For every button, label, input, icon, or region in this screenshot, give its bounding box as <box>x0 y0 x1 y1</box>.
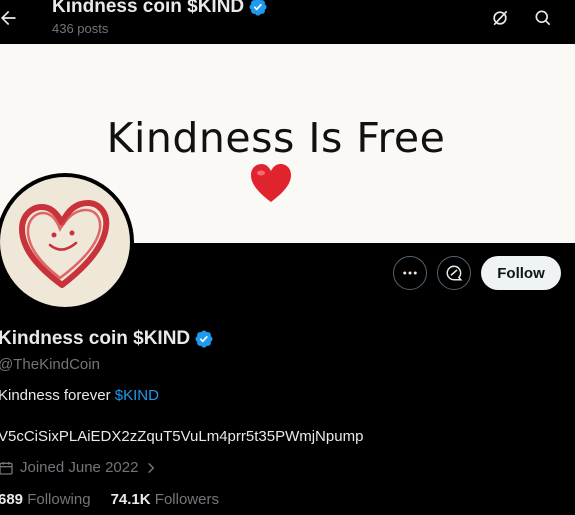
header-title-group: Kindness coin $KIND 436 posts <box>52 0 268 36</box>
more-icon <box>403 271 417 275</box>
top-bar: Kindness coin $KIND 436 posts <box>0 0 575 44</box>
following-link[interactable]: 689 Following <box>0 491 91 508</box>
joined-date-row: Joined June 2022 <box>0 459 158 476</box>
post-count: 436 posts <box>52 21 109 36</box>
follow-button[interactable]: Follow <box>481 256 561 290</box>
joined-date: Joined June 2022 <box>20 459 139 476</box>
followers-label: Followers <box>154 491 219 508</box>
followers-link[interactable]: 74.1K Followers <box>111 491 219 508</box>
header-title: Kindness coin $KIND <box>52 0 245 17</box>
avatar-image <box>0 177 130 307</box>
grok-icon[interactable] <box>490 8 510 28</box>
heart-smiley-drawing <box>19 200 110 288</box>
following-count: 689 <box>0 491 24 508</box>
banner-text: Kindness Is Free <box>106 114 446 162</box>
verified-badge-icon <box>249 0 267 16</box>
profile-name: Kindness coin $KIND <box>0 328 191 349</box>
more-options-button[interactable] <box>393 256 427 290</box>
calendar-icon <box>0 461 13 475</box>
cashtag-link[interactable]: $KIND <box>115 387 159 404</box>
followers-count: 74.1K <box>110 491 151 508</box>
back-arrow-icon[interactable] <box>0 8 18 28</box>
heart-icon <box>251 164 291 202</box>
verified-badge-icon[interactable] <box>194 329 214 349</box>
profile-bio: Kindness forever $KIND <box>0 387 159 404</box>
avatar[interactable] <box>0 173 134 311</box>
chat-bubble-icon <box>446 265 463 281</box>
following-label: Following <box>27 491 91 508</box>
follow-stats: 689 Following 74.1K Followers <box>0 491 219 508</box>
chevron-right-icon[interactable] <box>144 461 158 475</box>
contract-address: V5cCiSixPLAiEDX2zZquT5VuLm4prr5t35PWmjNp… <box>0 428 364 445</box>
profile-handle: @TheKindCoin <box>0 356 100 373</box>
search-icon[interactable] <box>533 8 553 28</box>
bio-text: Kindness forever <box>0 387 115 404</box>
grok-chat-button[interactable] <box>437 256 471 290</box>
header-title-row: Kindness coin $KIND <box>52 0 268 18</box>
profile-name-row: Kindness coin $KIND <box>0 328 214 350</box>
